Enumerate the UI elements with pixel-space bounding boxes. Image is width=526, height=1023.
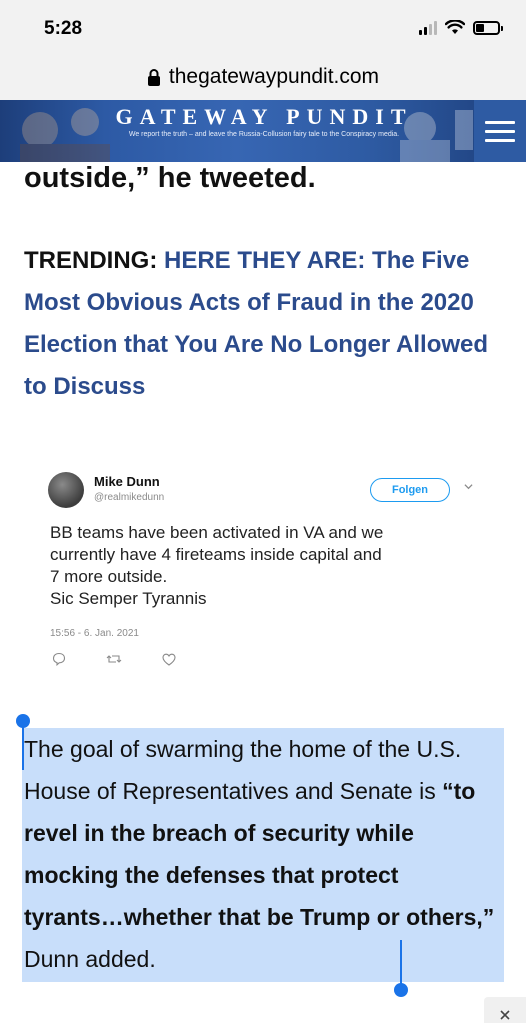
lock-icon: [147, 69, 160, 86]
menu-icon-bar: [485, 129, 515, 133]
menu-icon-bar: [485, 120, 515, 124]
trending-label: TRENDING:: [24, 247, 164, 274]
chevron-down-icon[interactable]: [464, 482, 473, 491]
site-logo-title[interactable]: GATEWAY PUNDIT: [114, 104, 414, 130]
cellular-signal-icon: [419, 20, 437, 35]
tweet-text-line: currently have 4 fireteams inside capita…: [50, 545, 382, 564]
paragraph-outro: Dunn added.: [24, 946, 156, 972]
tweet-author-name[interactable]: Mike Dunn: [94, 474, 160, 489]
status-icons: [419, 20, 503, 35]
reply-icon[interactable]: [52, 652, 66, 666]
selection-start-caret: [22, 726, 24, 770]
tweet-timestamp[interactable]: 15:56 - 6. Jan. 2021: [50, 628, 139, 639]
url-text[interactable]: thegatewaypundit.com: [169, 65, 379, 89]
tweet-text: BB teams have been activated in VA and w…: [50, 522, 490, 610]
hamburger-menu-button[interactable]: [474, 100, 526, 162]
bottom-close-tab[interactable]: [484, 997, 526, 1023]
article-paragraph[interactable]: The goal of swarming the home of the U.S…: [24, 728, 504, 980]
selection-end-handle[interactable]: [394, 983, 408, 997]
article-text-fragment: outside,” he tweeted.: [24, 162, 316, 194]
trending-block: TRENDING: HERE THEY ARE: The Five Most O…: [24, 240, 494, 408]
site-tagline: We report the truth – and leave the Russ…: [128, 131, 400, 138]
wifi-icon: [445, 20, 465, 34]
retweet-icon[interactable]: [106, 652, 122, 666]
follow-button[interactable]: Folgen: [370, 478, 450, 502]
tweet-text-line: Sic Semper Tyrannis: [50, 589, 207, 608]
status-bar: 5:28: [0, 0, 526, 54]
embedded-tweet[interactable]: Mike Dunn @realmikedunn Folgen BB teams …: [48, 468, 488, 678]
tweet-author-handle[interactable]: @realmikedunn: [94, 492, 164, 503]
status-time: 5:28: [44, 18, 83, 39]
address-bar[interactable]: thegatewaypundit.com: [0, 54, 526, 100]
battery-icon: [473, 20, 503, 35]
site-banner[interactable]: GATEWAY PUNDIT We report the truth – and…: [0, 100, 526, 162]
paragraph-intro: The goal of swarming the home of the U.S…: [24, 736, 462, 804]
menu-icon-bar: [485, 138, 515, 142]
avatar[interactable]: [48, 472, 84, 508]
selection-end-caret: [400, 940, 402, 984]
tweet-text-line: 7 more outside.: [50, 567, 168, 586]
like-heart-icon[interactable]: [162, 653, 176, 666]
close-icon[interactable]: [499, 1009, 511, 1021]
tweet-text-line: BB teams have been activated in VA and w…: [50, 523, 384, 542]
tweet-actions: [52, 652, 176, 666]
